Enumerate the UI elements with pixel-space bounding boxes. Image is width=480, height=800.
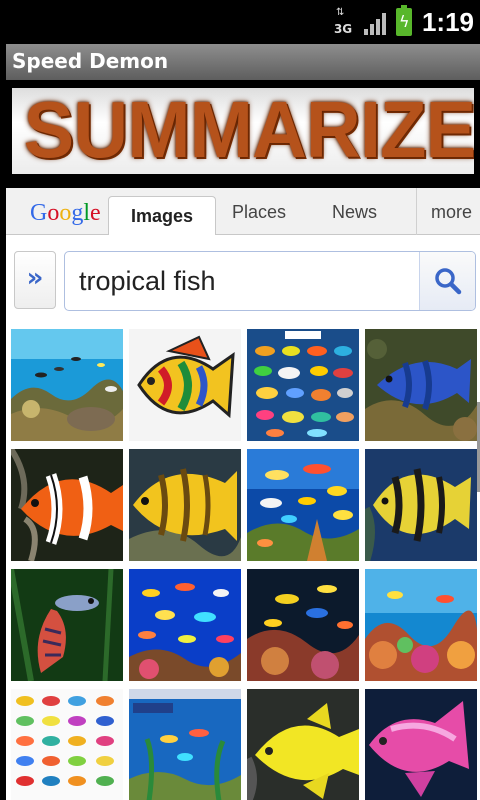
image-result[interactable]: [365, 449, 477, 561]
image-result[interactable]: [247, 689, 359, 800]
app-title-bar: Speed Demon: [6, 44, 480, 80]
image-result[interactable]: [129, 689, 241, 800]
battery-charging-icon: ϟ: [395, 5, 412, 36]
image-result[interactable]: [11, 689, 123, 800]
search-icon: [435, 268, 462, 295]
image-result[interactable]: [11, 569, 123, 681]
status-bar: ⇅ 3G ϟ 1:19: [0, 0, 480, 44]
web-view: Google Images Places News more »: [6, 188, 480, 800]
image-result[interactable]: [247, 449, 359, 561]
image-result[interactable]: [11, 329, 123, 441]
tab-news[interactable]: News: [332, 202, 377, 223]
image-result[interactable]: [365, 689, 477, 800]
image-result[interactable]: [365, 569, 477, 681]
image-result[interactable]: [247, 329, 359, 441]
image-result[interactable]: [247, 569, 359, 681]
search-button[interactable]: [419, 252, 475, 310]
network-type: 3G: [333, 22, 353, 36]
image-result[interactable]: [365, 329, 477, 441]
search-row: »: [6, 235, 480, 323]
signal-icon: [363, 9, 386, 35]
data-arrows-icon: ⇅ 3G: [333, 7, 353, 37]
app-title: Speed Demon: [12, 49, 169, 73]
google-logo[interactable]: Google: [30, 200, 101, 227]
image-result[interactable]: [129, 569, 241, 681]
clock: 1:19: [421, 6, 474, 37]
tab-more[interactable]: more: [416, 188, 480, 235]
tab-more-label: more: [431, 202, 473, 222]
search-box: [64, 251, 476, 311]
banner-text: SUMMARIZE: [23, 88, 474, 174]
search-input[interactable]: [65, 252, 417, 310]
expand-button[interactable]: »: [14, 251, 56, 309]
tab-images[interactable]: Images: [108, 196, 216, 236]
image-result[interactable]: [129, 329, 241, 441]
summarize-banner[interactable]: SUMMARIZE: [6, 80, 480, 188]
image-result[interactable]: [129, 449, 241, 561]
image-result[interactable]: [11, 449, 123, 561]
search-tabs: Google Images Places News more: [6, 188, 480, 236]
tab-places[interactable]: Places: [232, 202, 286, 223]
